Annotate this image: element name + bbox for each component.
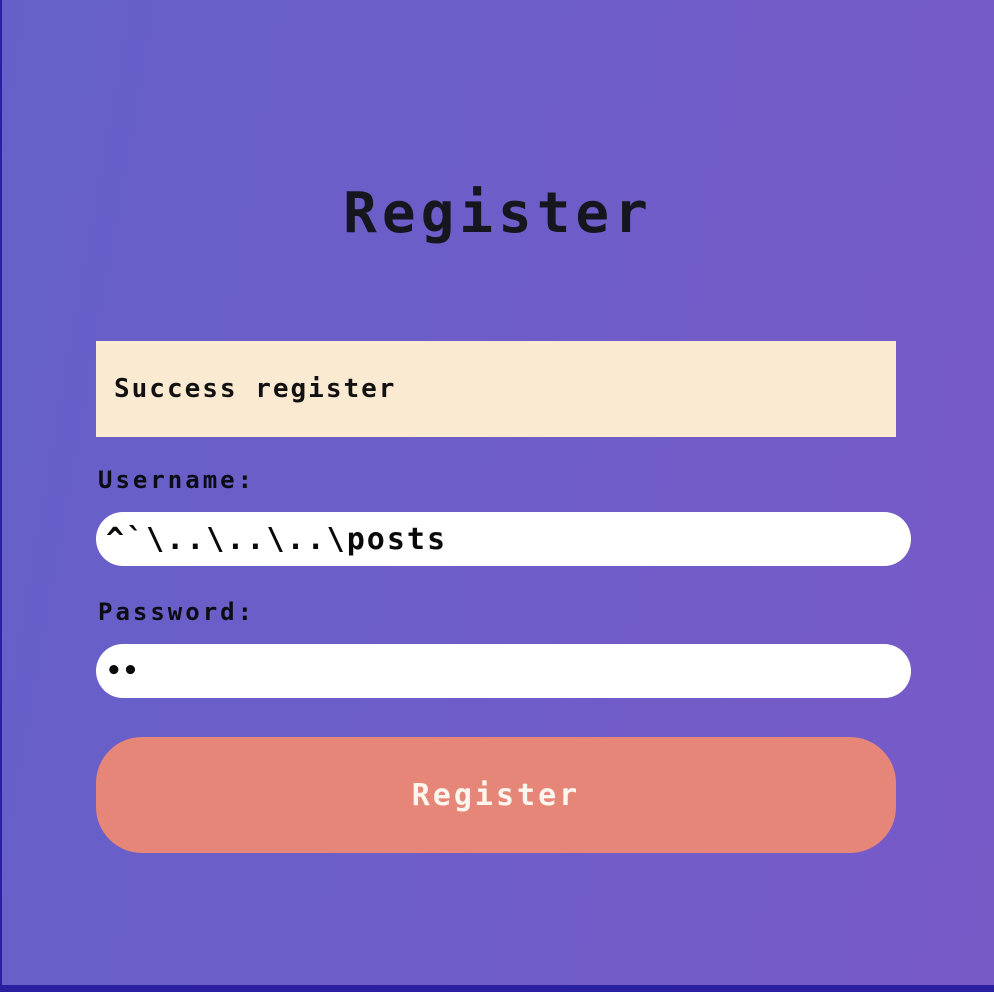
register-button[interactable]: Register: [96, 737, 896, 853]
success-alert: Success register: [96, 341, 896, 437]
register-page: Register Success register Username: ^`\.…: [2, 0, 994, 985]
page-title: Register: [343, 181, 653, 246]
password-input[interactable]: ••: [96, 644, 911, 698]
password-label: Password:: [98, 598, 256, 626]
alert-message: Success register: [114, 374, 397, 404]
bottom-edge-strip: [0, 985, 994, 992]
username-input[interactable]: ^`\..\..\..\posts: [96, 512, 911, 566]
username-label: Username:: [98, 466, 256, 494]
register-button-label: Register: [411, 777, 581, 813]
